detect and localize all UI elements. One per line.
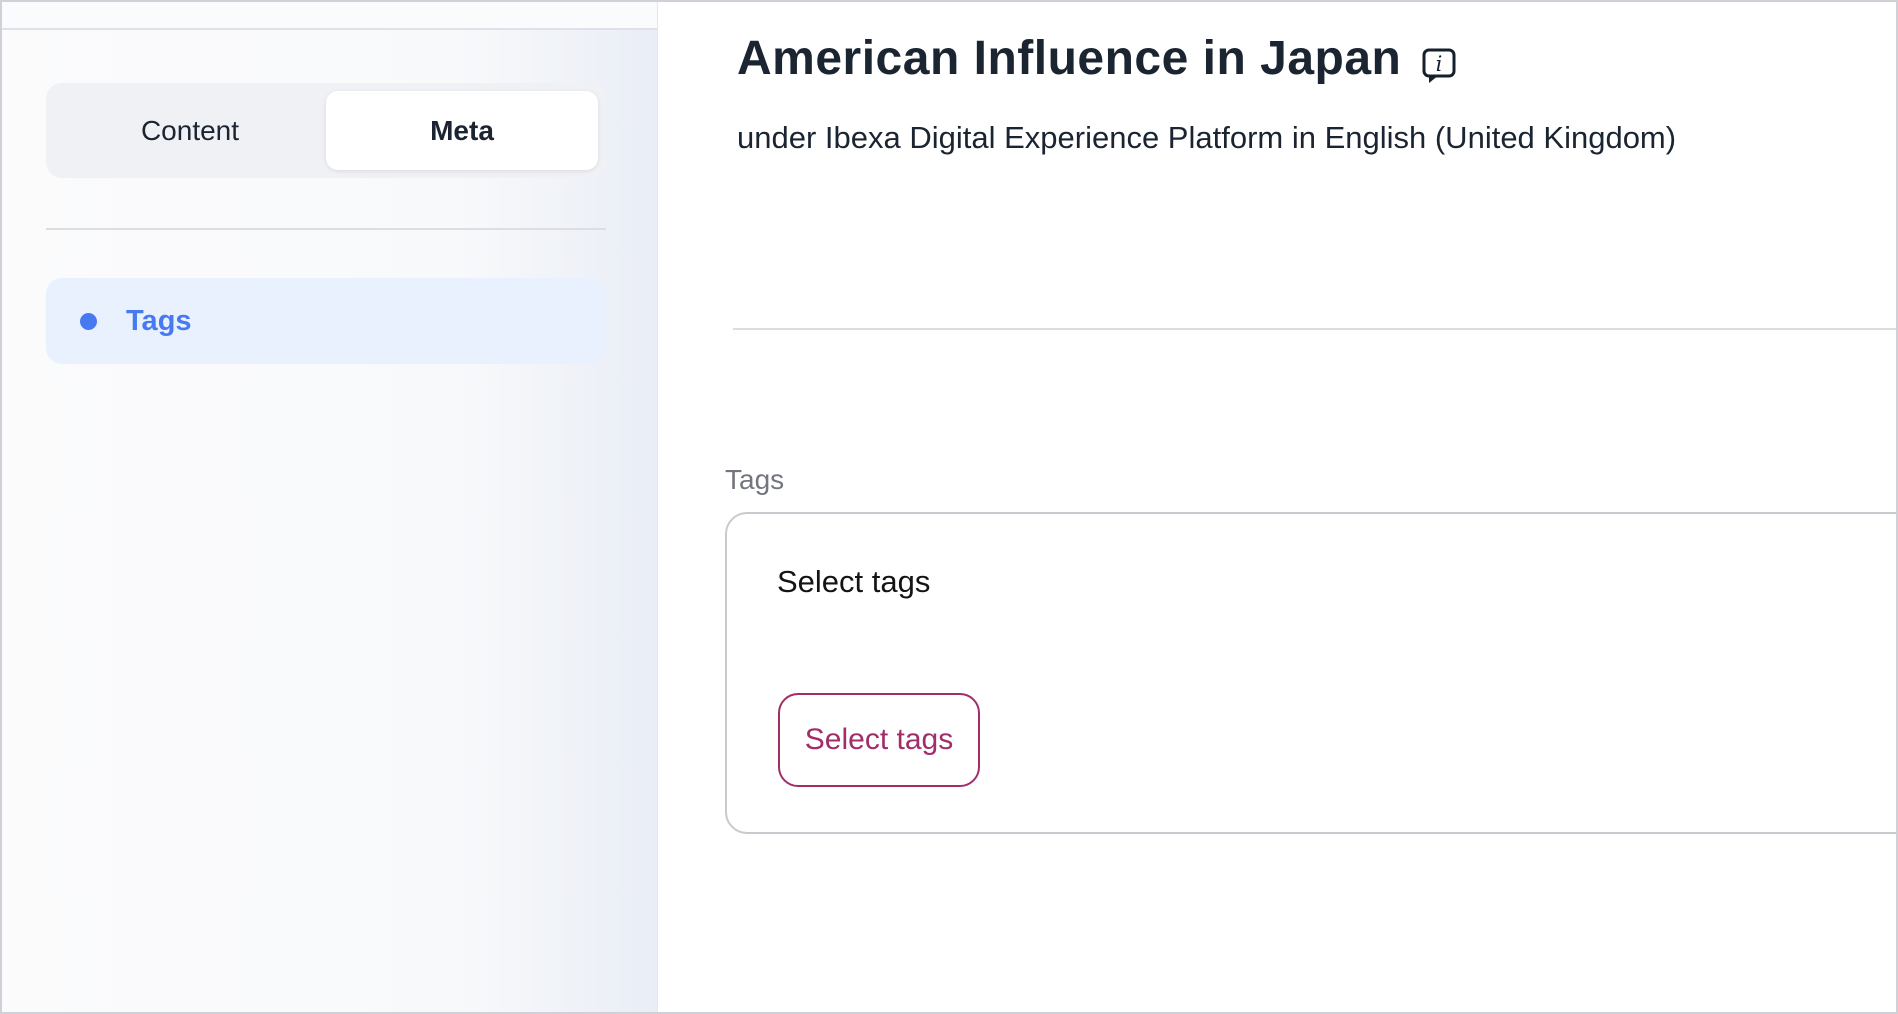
sidebar-item-label: Tags	[126, 305, 192, 338]
select-tags-button[interactable]: Select tags	[778, 693, 980, 787]
content-location-subtitle: under Ibexa Digital Experience Platform …	[737, 120, 1676, 156]
app-window: Content Meta Tags American Influence in …	[0, 0, 1898, 1014]
edit-sidebar: Content Meta Tags	[2, 2, 658, 1012]
title-row: American Influence in Japan i	[737, 30, 1457, 88]
sidebar-top-strip	[2, 2, 657, 30]
tags-field-title: Select tags	[777, 564, 930, 600]
content-meta-tab-switcher: Content Meta	[46, 83, 606, 178]
active-bullet-icon	[80, 313, 97, 330]
main-content: American Influence in Japan i under Ibex…	[658, 2, 1896, 1012]
info-icon-glyph: i	[1436, 52, 1443, 76]
tab-meta[interactable]: Meta	[326, 91, 598, 170]
page-title: American Influence in Japan	[737, 30, 1401, 88]
header-divider	[733, 328, 1896, 330]
sidebar-item-tags[interactable]: Tags	[46, 278, 606, 364]
tags-field-label: Tags	[725, 464, 784, 496]
tab-content[interactable]: Content	[54, 91, 326, 170]
sidebar-divider	[46, 228, 606, 230]
tags-field-card: Select tags Select tags	[725, 512, 1898, 834]
info-tooltip-icon[interactable]: i	[1421, 47, 1457, 85]
